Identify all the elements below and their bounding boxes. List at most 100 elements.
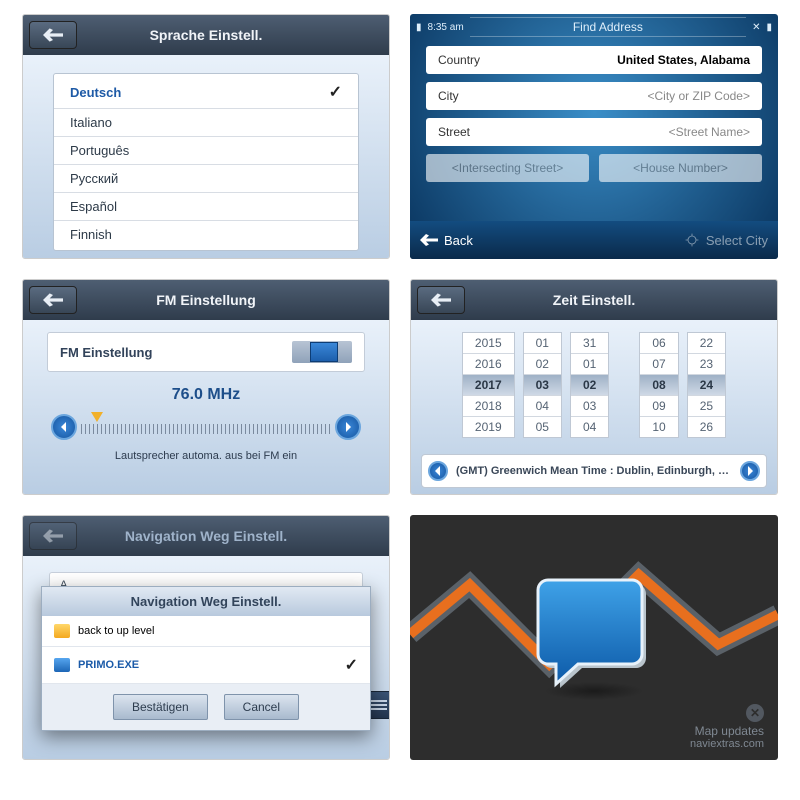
field-placeholder: <Intersecting Street> [452,161,563,175]
back-label: Back [444,233,473,248]
nav-path-panel: Navigation Weg Einstell. A Navig Navigat… [22,515,390,760]
exe-icon [54,658,70,672]
language-item[interactable]: Finnish [54,221,358,248]
battery-icon: ▮ [766,22,772,33]
item-label: PRIMO.EXE [78,659,139,671]
modal-body: back to up level PRIMO.EXE ✓ [42,616,370,684]
wheel-cell: 07 [640,354,677,375]
back-arrow-icon [420,234,438,246]
cancel-button[interactable]: Cancel [224,694,299,720]
language-label: Português [70,143,129,158]
chevron-right-icon [343,422,353,432]
hour-wheel[interactable]: 06 07 08 09 10 [639,332,678,438]
language-list: Deutsch ✓ Italiano Português Русский Esp… [53,73,359,251]
signal-icon: ▮ [416,22,422,33]
wheel-cell: 02 [571,375,608,396]
city-field[interactable]: City <City or ZIP Code> [426,82,762,110]
freq-track[interactable] [81,414,331,440]
panel-header: Navigation Weg Einstell. [23,516,389,556]
language-settings-panel: Sprache Einstell. Deutsch ✓ Italiano Por… [22,14,390,259]
map-updates-text: Map updates naviextras.com [690,724,764,750]
screen-title: Find Address [470,17,746,37]
wheel-cell: 10 [640,417,677,437]
footer-bar: Back Select City [410,221,778,259]
language-label: Русский [70,171,118,186]
language-item[interactable]: Português [54,137,358,165]
field-label: Country [438,53,480,67]
confirm-button[interactable]: Bestätigen [113,694,208,720]
tz-next-button[interactable] [740,461,760,481]
button-label: Cancel [243,700,280,714]
back-button[interactable] [29,286,77,314]
language-item[interactable]: Español [54,193,358,221]
country-field[interactable]: Country United States, Alabama [426,46,762,74]
language-item[interactable]: Italiano [54,109,358,137]
month-wheel[interactable]: 01 02 03 04 05 [523,332,562,438]
chevron-left-icon [59,422,69,432]
field-label: City [438,89,459,103]
checkmark-icon: ✓ [345,655,358,675]
fm-toggle-row: FM Einstellung [47,332,365,372]
modal-footer: Bestätigen Cancel [42,684,370,730]
datetime-wheels: 2015 2016 2017 2018 2019 01 02 03 04 05 … [421,332,767,438]
close-badge-icon[interactable]: ✕ [746,704,764,722]
panel-body: A Navig Navigation Weg Einstell. back to… [23,556,389,759]
field-placeholder: <City or ZIP Code> [648,89,751,103]
folder-icon [54,624,70,638]
language-label: Finnish [70,227,112,242]
wheel-cell: 04 [571,417,608,437]
wheel-cell: 09 [640,396,677,417]
fm-toggle-switch[interactable] [292,341,352,363]
freq-decrease-button[interactable] [51,414,77,440]
file-picker-modal: Navigation Weg Einstell. back to up leve… [41,586,371,731]
panel-header: Sprache Einstell. [23,15,389,55]
map-updates-line1: Map updates [690,724,764,738]
wheel-cell: 2018 [463,396,514,417]
item-label: back to up level [78,625,154,637]
chevron-right-icon [745,466,755,476]
clock-label: 8:35 am [428,22,464,33]
wheel-cell: 03 [571,396,608,417]
day-wheel[interactable]: 31 01 02 03 04 [570,332,609,438]
select-city-button: Select City [684,232,768,248]
wheel-cell: 31 [571,333,608,354]
language-item[interactable]: Deutsch ✓ [54,76,358,109]
fm-note-label: Lautsprecher automa. aus bei FM ein [47,450,365,462]
year-wheel[interactable]: 2015 2016 2017 2018 2019 [462,332,515,438]
folder-up-item[interactable]: back to up level [42,616,370,647]
panel-header: Zeit Einstell. [411,280,777,320]
frequency-slider [47,414,365,440]
wheel-cell: 02 [524,354,561,375]
field-placeholder: <Street Name> [669,125,750,139]
back-arrow-icon [43,293,63,307]
minute-wheel[interactable]: 22 23 24 25 26 [687,332,726,438]
back-arrow-icon [43,28,63,42]
tz-prev-button[interactable] [428,461,448,481]
timezone-label: (GMT) Greenwich Mean Time : Dublin, Edin… [456,465,732,477]
intersect-field: <Intersecting Street> [426,154,589,182]
wheel-cell: 24 [688,375,725,396]
speech-bubble-icon [534,572,654,692]
field-label: Street [438,125,470,139]
status-bar: ▮ 8:35 am Find Address ✕ ▮ [410,14,778,40]
freq-increase-button[interactable] [335,414,361,440]
wheel-cell: 22 [688,333,725,354]
panel-title: FM Einstellung [156,292,256,308]
find-address-panel: ▮ 8:35 am Find Address ✕ ▮ Country Unite… [410,14,778,259]
house-number-field: <House Number> [599,154,762,182]
file-item[interactable]: PRIMO.EXE ✓ [42,647,370,684]
language-item[interactable]: Русский [54,165,358,193]
field-value: United States, Alabama [617,53,750,67]
map-updates-panel: ✕ Map updates naviextras.com [410,515,778,760]
language-label: Italiano [70,115,112,130]
back-button[interactable]: Back [420,233,473,248]
street-field[interactable]: Street <Street Name> [426,118,762,146]
timezone-selector[interactable]: (GMT) Greenwich Mean Time : Dublin, Edin… [421,454,767,488]
language-label: Español [70,199,117,214]
back-button[interactable] [29,21,77,49]
panel-body: Deutsch ✓ Italiano Português Русский Esp… [23,55,389,258]
back-button[interactable] [417,286,465,314]
wheel-cell: 01 [524,333,561,354]
panel-title: Navigation Weg Einstell. [125,528,287,544]
back-button [29,522,77,550]
